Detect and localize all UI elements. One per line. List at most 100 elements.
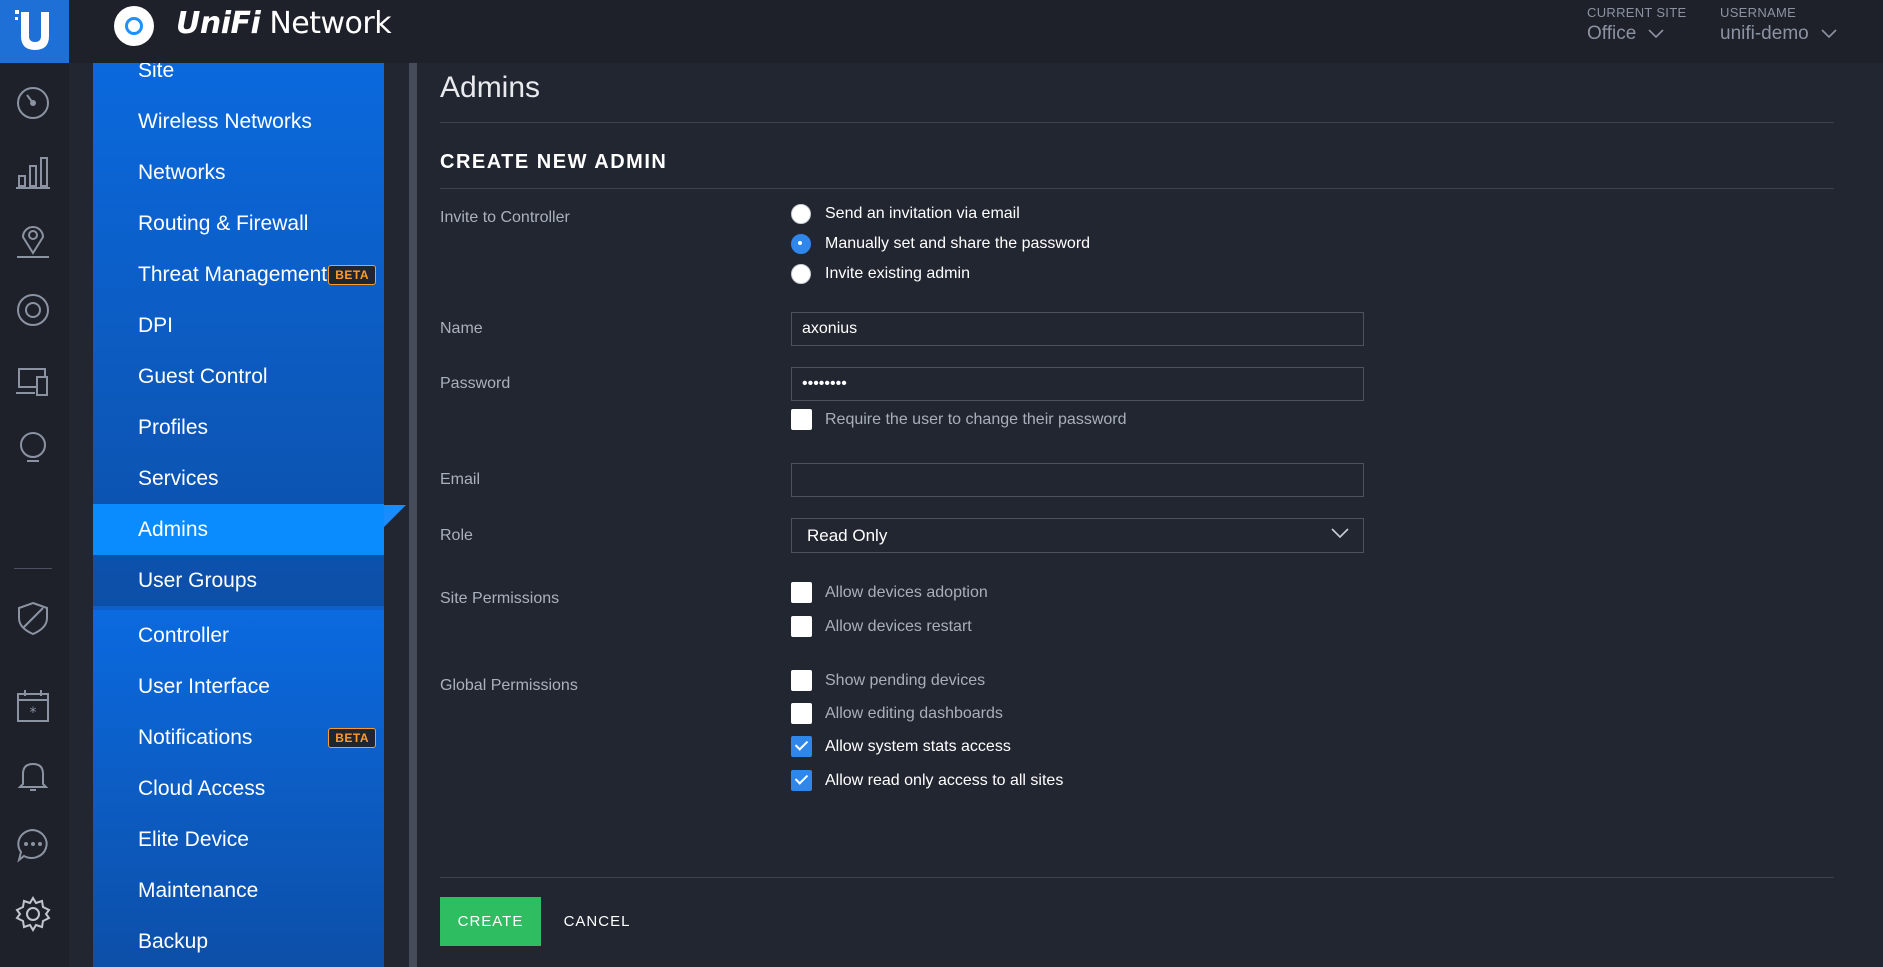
nav-item-label: Threat Management [138, 262, 328, 286]
perm-system-stats[interactable]: Allow system stats access [791, 736, 1011, 757]
nav-item-services[interactable]: Services [93, 453, 384, 504]
main-content: Admins CREATE NEW ADMIN Invite to Contro… [417, 63, 1883, 967]
nav-item-threat-management[interactable]: Threat Management BETA [93, 249, 384, 300]
email-input[interactable] [791, 463, 1364, 497]
settings-gear-icon[interactable] [13, 894, 53, 934]
statistics-icon[interactable] [13, 152, 53, 192]
chevron-down-icon [1648, 29, 1664, 39]
nav-item-site[interactable]: Site [93, 63, 384, 96]
create-button[interactable]: CREATE [440, 897, 541, 946]
checkbox[interactable] [791, 616, 812, 637]
nav-item-label: Routing & Firewall [138, 211, 309, 235]
nav-item-label: Maintenance [138, 878, 259, 902]
nav-item-networks[interactable]: Networks [93, 147, 384, 198]
beta-badge: BETA [328, 264, 376, 285]
ubiquiti-logo[interactable] [0, 0, 69, 63]
perm-devices-adoption[interactable]: Allow devices adoption [791, 582, 988, 603]
checkbox[interactable] [791, 582, 812, 603]
perm-show-pending-devices[interactable]: Show pending devices [791, 670, 985, 691]
checkbox[interactable] [791, 770, 812, 791]
nav-item-label: Cloud Access [138, 776, 266, 800]
invite-label: Invite to Controller [440, 209, 570, 226]
icon-rail: * [0, 63, 69, 967]
nav-item-dpi[interactable]: DPI [93, 300, 384, 351]
option-label: Allow system stats access [825, 737, 1011, 755]
username-selector[interactable]: USERNAME unifi-demo [1720, 5, 1837, 45]
app-brand: UniFi [176, 6, 261, 41]
option-label: Allow devices adoption [825, 583, 988, 601]
current-site-selector[interactable]: CURRENT SITE Office [1587, 5, 1686, 45]
divider [440, 188, 1834, 189]
name-input[interactable] [791, 312, 1364, 346]
nav-item-backup[interactable]: Backup [93, 916, 384, 967]
nav-item-user-interface[interactable]: User Interface [93, 661, 384, 712]
chat-icon[interactable] [13, 825, 53, 865]
nav-item-label: Site [138, 63, 175, 82]
nav-item-label: DPI [138, 313, 174, 337]
radio-button[interactable] [791, 204, 811, 224]
checkbox[interactable] [791, 703, 812, 724]
nav-item-label: Controller [138, 623, 230, 647]
nav-item-user-groups[interactable]: User Groups [93, 555, 384, 606]
radio-button[interactable] [791, 264, 811, 284]
nav-item-maintenance[interactable]: Maintenance [93, 865, 384, 916]
nav-item-admins[interactable]: Admins [93, 504, 384, 555]
nav-item-controller[interactable]: Controller [93, 610, 384, 661]
invite-option-email[interactable]: Send an invitation via email [791, 204, 1020, 224]
global-permissions-label: Global Permissions [440, 677, 578, 694]
perm-devices-restart[interactable]: Allow devices restart [791, 616, 972, 637]
alerts-bell-icon[interactable] [13, 756, 53, 796]
require-password-change[interactable]: Require the user to change their passwor… [791, 409, 1127, 430]
nav-item-label: Profiles [138, 415, 209, 439]
checkbox[interactable] [791, 670, 812, 691]
page-title: Admins [440, 71, 541, 104]
email-label: Email [440, 471, 481, 488]
perm-read-only-all-sites[interactable]: Allow read only access to all sites [791, 770, 1063, 791]
checkbox[interactable] [791, 736, 812, 757]
nav-item-notifications[interactable]: Notifications BETA [93, 712, 384, 763]
shield-icon[interactable] [13, 598, 53, 638]
unifi-app-icon[interactable] [114, 6, 154, 46]
radio-button[interactable] [791, 234, 811, 254]
nav-item-label: Elite Device [138, 827, 249, 851]
nav-item-label: Guest Control [138, 364, 268, 388]
settings-nav: Site Wireless Networks Networks Routing … [93, 63, 384, 967]
dashboard-icon[interactable] [13, 83, 53, 123]
insights-icon[interactable] [13, 427, 53, 467]
cancel-button[interactable]: CANCEL [557, 897, 637, 946]
settings-nav-group-site: Site Wireless Networks Networks Routing … [93, 63, 384, 606]
password-label: Password [440, 375, 511, 392]
nav-item-elite-device[interactable]: Elite Device [93, 814, 384, 865]
current-site-value: Office [1587, 23, 1637, 44]
clients-icon[interactable] [13, 361, 53, 401]
option-label: Send an invitation via email [825, 205, 1020, 222]
rail-divider [14, 568, 52, 569]
beta-badge: BETA [328, 727, 376, 748]
svg-text:*: * [30, 705, 37, 721]
nav-item-routing-firewall[interactable]: Routing & Firewall [93, 198, 384, 249]
chevron-down-icon [1821, 29, 1837, 39]
nav-item-profiles[interactable]: Profiles [93, 402, 384, 453]
panel-divider [409, 63, 417, 967]
invite-option-existing[interactable]: Invite existing admin [791, 264, 970, 284]
option-label: Invite existing admin [825, 265, 970, 282]
invite-option-manual[interactable]: Manually set and share the password [791, 234, 1090, 254]
nav-item-wireless-networks[interactable]: Wireless Networks [93, 96, 384, 147]
option-label: Allow devices restart [825, 617, 972, 635]
nav-item-label: User Groups [138, 568, 258, 592]
perm-editing-dashboards[interactable]: Allow editing dashboards [791, 703, 1003, 724]
role-select[interactable]: Read Only [791, 518, 1364, 553]
events-icon[interactable]: * [13, 686, 53, 726]
nav-item-cloud-access[interactable]: Cloud Access [93, 763, 384, 814]
nav-item-label: Notifications [138, 725, 253, 749]
current-site-label: CURRENT SITE [1587, 5, 1687, 20]
password-input[interactable] [791, 367, 1364, 401]
option-label: Allow read only access to all sites [825, 771, 1064, 789]
active-indicator [384, 505, 406, 527]
nav-item-guest-control[interactable]: Guest Control [93, 351, 384, 402]
map-icon[interactable] [13, 221, 53, 261]
checkbox[interactable] [791, 409, 812, 430]
nav-item-label: Backup [138, 929, 209, 953]
nav-item-label: Admins [138, 517, 209, 541]
devices-icon[interactable] [13, 290, 53, 330]
